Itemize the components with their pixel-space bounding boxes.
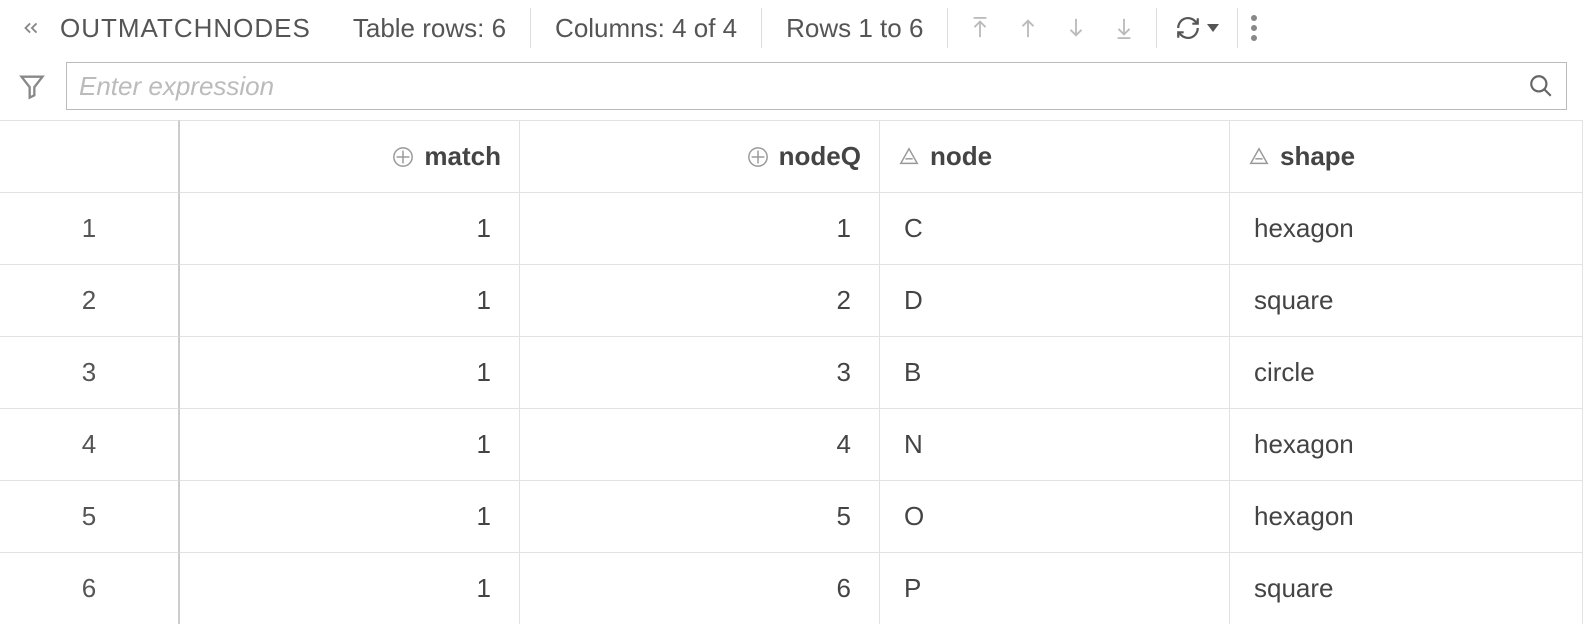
- filter-bar: [0, 56, 1583, 120]
- cell-shape[interactable]: hexagon: [1230, 480, 1583, 552]
- column-header-nodeQ[interactable]: nodeQ: [520, 120, 880, 192]
- row-number[interactable]: 6: [0, 552, 180, 624]
- refresh-icon: [1175, 15, 1201, 41]
- table-name: OUTMATCHNODES: [54, 13, 329, 44]
- arrow-up-icon: [1017, 15, 1039, 41]
- toolbar: OUTMATCHNODES Table rows: 6 Columns: 4 o…: [0, 0, 1583, 56]
- numeric-type-icon: [747, 146, 769, 168]
- more-vertical-icon: [1250, 14, 1258, 42]
- rows-range-info: Rows 1 to 6: [761, 8, 947, 47]
- cell-shape[interactable]: hexagon: [1230, 192, 1583, 264]
- go-next-button[interactable]: [1052, 8, 1100, 47]
- columns-info: Columns: 4 of 4: [530, 8, 761, 47]
- cell-match[interactable]: 1: [180, 408, 520, 480]
- chevron-down-icon: [1207, 24, 1219, 32]
- go-last-button[interactable]: [1100, 8, 1148, 47]
- column-header-shape[interactable]: shape: [1230, 120, 1583, 192]
- column-header-node[interactable]: node: [880, 120, 1230, 192]
- cell-nodeQ[interactable]: 3: [520, 336, 880, 408]
- cell-node[interactable]: P: [880, 552, 1230, 624]
- funnel-icon: [18, 72, 46, 100]
- column-header-label: node: [930, 141, 992, 172]
- cell-shape[interactable]: hexagon: [1230, 408, 1583, 480]
- table-rows-info: Table rows: 6: [329, 8, 530, 47]
- row-number[interactable]: 4: [0, 408, 180, 480]
- go-first-button[interactable]: [956, 8, 1004, 47]
- cell-match[interactable]: 1: [180, 480, 520, 552]
- refresh-button[interactable]: [1157, 15, 1237, 41]
- go-prev-button[interactable]: [1004, 8, 1052, 47]
- arrow-down-bar-icon: [1113, 15, 1135, 41]
- cell-nodeQ[interactable]: 6: [520, 552, 880, 624]
- cell-node[interactable]: O: [880, 480, 1230, 552]
- row-number[interactable]: 2: [0, 264, 180, 336]
- cell-shape[interactable]: square: [1230, 552, 1583, 624]
- row-number[interactable]: 5: [0, 480, 180, 552]
- search-button[interactable]: [1528, 73, 1554, 99]
- cell-nodeQ[interactable]: 5: [520, 480, 880, 552]
- cell-nodeQ[interactable]: 2: [520, 264, 880, 336]
- arrow-up-bar-icon: [969, 15, 991, 41]
- text-type-icon: [1248, 146, 1270, 168]
- text-type-icon: [898, 146, 920, 168]
- cell-match[interactable]: 1: [180, 192, 520, 264]
- numeric-type-icon: [392, 146, 414, 168]
- column-header-label: shape: [1280, 141, 1355, 172]
- chevrons-left-icon: [20, 17, 42, 39]
- column-header-label: match: [424, 141, 501, 172]
- cell-match[interactable]: 1: [180, 552, 520, 624]
- column-header-match[interactable]: match: [180, 120, 520, 192]
- cell-match[interactable]: 1: [180, 264, 520, 336]
- more-menu-button[interactable]: [1238, 0, 1270, 56]
- cell-shape[interactable]: circle: [1230, 336, 1583, 408]
- collapse-left-button[interactable]: [8, 0, 54, 56]
- search-icon: [1528, 73, 1554, 99]
- cell-node[interactable]: D: [880, 264, 1230, 336]
- row-number[interactable]: 1: [0, 192, 180, 264]
- cell-node[interactable]: C: [880, 192, 1230, 264]
- column-header-label: nodeQ: [779, 141, 861, 172]
- cell-node[interactable]: B: [880, 336, 1230, 408]
- cell-shape[interactable]: square: [1230, 264, 1583, 336]
- cell-match[interactable]: 1: [180, 336, 520, 408]
- cell-node[interactable]: N: [880, 408, 1230, 480]
- cell-nodeQ[interactable]: 4: [520, 408, 880, 480]
- row-nav-group: [947, 8, 1156, 47]
- cell-nodeQ[interactable]: 1: [520, 192, 880, 264]
- filter-button[interactable]: [12, 72, 52, 100]
- row-number-header: [0, 120, 180, 192]
- row-number[interactable]: 3: [0, 336, 180, 408]
- filter-expression-input[interactable]: [79, 71, 1528, 102]
- filter-input-wrap: [66, 62, 1567, 110]
- arrow-down-icon: [1065, 15, 1087, 41]
- data-table: matchnodeQnodeshape111Chexagon212Dsquare…: [0, 120, 1583, 624]
